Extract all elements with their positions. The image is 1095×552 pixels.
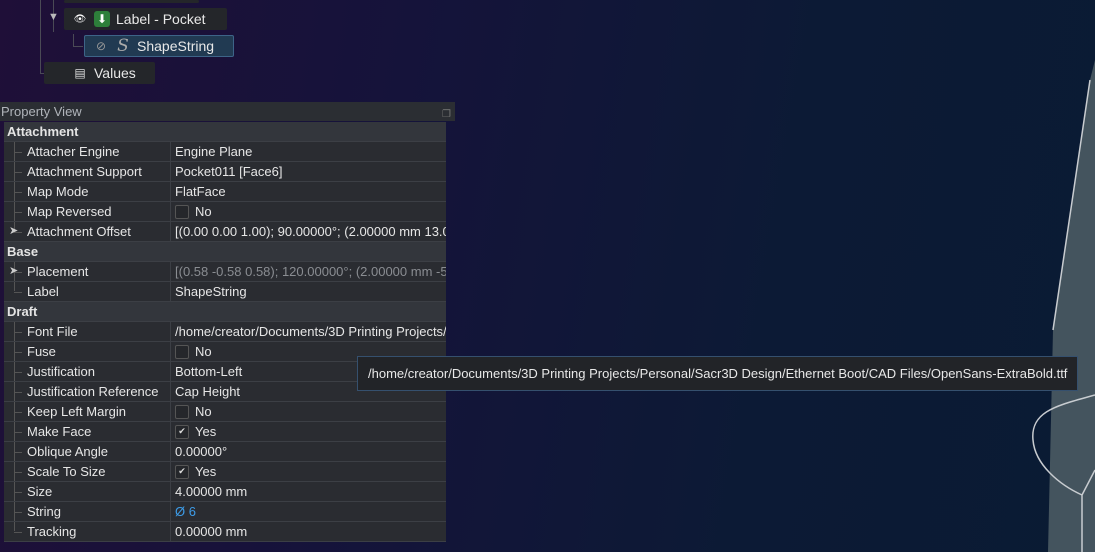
- checkbox[interactable]: [175, 404, 189, 419]
- property-value: No: [195, 344, 212, 359]
- property-value-cell[interactable]: /home/creator/Documents/3D Printing Proj…: [171, 322, 446, 341]
- property-value: FlatFace: [175, 184, 226, 199]
- property-value: 4.00000 mm: [175, 484, 248, 499]
- property-row[interactable]: Oblique Angle 0.00000°: [4, 442, 446, 462]
- property-value-cell[interactable]: Ø 6: [171, 502, 446, 521]
- property-value: ShapeString: [175, 284, 247, 299]
- property-value: Ø 6: [175, 504, 196, 519]
- property-value-cell[interactable]: 0.00000°: [171, 442, 446, 461]
- property-value-cell[interactable]: ✔ Yes: [171, 462, 446, 481]
- property-row[interactable]: Map Mode FlatFace: [4, 182, 446, 202]
- property-value: [(0.58 -0.58 0.58); 120.00000°; (2.00000…: [175, 264, 446, 279]
- property-label: Placement: [27, 264, 89, 279]
- property-view-title-bar: Property View ❐: [0, 102, 455, 121]
- pocket-icon: ⬇: [94, 11, 110, 27]
- property-value-cell[interactable]: No: [171, 402, 446, 421]
- property-label: Make Face: [27, 424, 92, 439]
- group-header[interactable]: Base: [4, 242, 446, 262]
- tooltip: /home/creator/Documents/3D Printing Proj…: [357, 356, 1078, 391]
- property-row[interactable]: ➤ Placement [(0.58 -0.58 0.58); 120.00000°…: [4, 262, 446, 282]
- property-label: Scale To Size: [27, 464, 106, 479]
- 3d-viewport-shape[interactable]: [1000, 0, 1095, 552]
- property-label: String: [27, 504, 61, 519]
- expand-arrow-icon[interactable]: ▼: [48, 11, 59, 23]
- property-row[interactable]: Map Reversed No: [4, 202, 446, 222]
- property-row[interactable]: Font File/home/creator/Documents/3D Prin…: [4, 322, 446, 342]
- property-row[interactable]: Keep Left Margin No: [4, 402, 446, 422]
- property-label: Attachment Support: [27, 164, 142, 179]
- property-value: Yes: [195, 464, 217, 479]
- property-table: Attachment Attacher Engine Engine Plane Att…: [4, 122, 446, 542]
- property-label: Justification Reference: [27, 384, 159, 399]
- checkbox[interactable]: ✔: [175, 464, 189, 479]
- property-row[interactable]: Tracking 0.00000 mm: [4, 522, 446, 542]
- property-value-cell[interactable]: 0.00000 mm: [171, 522, 446, 541]
- tree-item-label: Values: [94, 65, 136, 81]
- tree-item-label: ShapeString: [137, 38, 215, 54]
- property-value-cell[interactable]: FlatFace: [171, 182, 446, 201]
- property-value-cell[interactable]: Engine Plane: [171, 142, 446, 161]
- property-value: Bottom-Left: [175, 364, 243, 379]
- property-label: Oblique Angle: [27, 444, 108, 459]
- property-label: Label: [27, 284, 59, 299]
- property-value: Pocket011 [Face6]: [175, 164, 283, 179]
- property-label: Keep Left Margin: [27, 404, 127, 419]
- tree-item-label: Label - Pocket: [116, 11, 206, 27]
- shapestring-icon: S: [117, 36, 129, 56]
- property-value-cell[interactable]: No: [171, 202, 446, 221]
- property-value: Cap Height: [175, 384, 241, 399]
- property-value-cell[interactable]: Pocket011 [Face6]: [171, 162, 446, 181]
- checkbox[interactable]: ✔: [175, 424, 189, 439]
- property-label: Justification: [27, 364, 95, 379]
- property-value: No: [195, 204, 212, 219]
- property-value: Yes: [195, 424, 217, 439]
- property-view-title: Property View: [1, 104, 82, 119]
- property-label: Attachment Offset: [27, 224, 131, 239]
- property-row[interactable]: Make Face ✔ Yes: [4, 422, 446, 442]
- property-row[interactable]: ➤ Attachment Offset [(0.00 0.00 1.00); 90.…: [4, 222, 446, 242]
- group-header[interactable]: Draft: [4, 302, 446, 322]
- property-label: Map Reversed: [27, 204, 112, 219]
- property-label: Attacher Engine: [27, 144, 120, 159]
- property-label: Size: [27, 484, 53, 499]
- property-value-cell[interactable]: ShapeString: [171, 282, 446, 301]
- spreadsheet-icon: ▤: [74, 66, 86, 80]
- property-value: [(0.00 0.00 1.00); 90.00000°; (2.00000 m…: [175, 224, 446, 239]
- property-value-cell[interactable]: [(0.00 0.00 1.00); 90.00000°; (2.00000 m…: [171, 222, 446, 241]
- property-value: 0.00000°: [175, 444, 228, 459]
- tree-item-label-pocket[interactable]: 👁 ⬇ Label - Pocket: [64, 8, 227, 30]
- tree-item-values[interactable]: ▤ Values: [44, 62, 155, 84]
- checkbox[interactable]: [175, 344, 189, 359]
- property-value-cell[interactable]: [(0.58 -0.58 0.58); 120.00000°; (2.00000…: [171, 262, 446, 281]
- hidden-icon[interactable]: ⊘: [93, 38, 109, 54]
- expand-arrow-icon[interactable]: ➤: [9, 222, 18, 241]
- property-label: Tracking: [27, 524, 77, 539]
- checkbox[interactable]: [175, 204, 189, 219]
- property-row[interactable]: Label ShapeString: [4, 282, 446, 302]
- property-row[interactable]: Scale To Size ✔ Yes: [4, 462, 446, 482]
- property-value-cell[interactable]: 4.00000 mm: [171, 482, 446, 501]
- tree-item-shapestring[interactable]: ⊘ S ShapeString: [84, 35, 234, 57]
- property-label: Fuse: [27, 344, 56, 359]
- property-value: 0.00000 mm: [175, 524, 248, 539]
- property-row[interactable]: String Ø 6: [4, 502, 446, 522]
- property-value: Engine Plane: [175, 144, 253, 159]
- property-value: /home/creator/Documents/3D Printing Proj…: [175, 324, 446, 339]
- property-value-cell[interactable]: ✔ Yes: [171, 422, 446, 441]
- expand-arrow-icon[interactable]: ➤: [9, 262, 18, 281]
- group-header[interactable]: Attachment: [4, 122, 446, 142]
- property-label: Map Mode: [27, 184, 89, 199]
- property-row[interactable]: Size 4.00000 mm: [4, 482, 446, 502]
- property-row[interactable]: Attachment Support Pocket011 [Face6]: [4, 162, 446, 182]
- property-row[interactable]: Attacher Engine Engine Plane: [4, 142, 446, 162]
- eye-icon[interactable]: 👁: [72, 11, 88, 27]
- property-value: No: [195, 404, 212, 419]
- property-label: Font File: [27, 324, 78, 339]
